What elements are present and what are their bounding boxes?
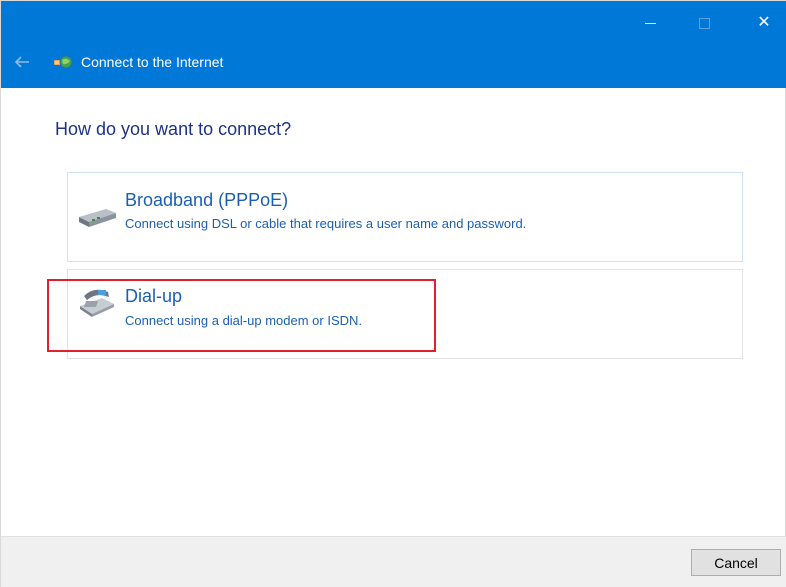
connect-dialog: ✕ Connect to the Internet How do you wan…	[0, 0, 786, 587]
minimize-button[interactable]	[627, 1, 673, 45]
close-icon: ✕	[757, 14, 771, 31]
dialog-footer	[1, 536, 786, 587]
cancel-button[interactable]: Cancel	[691, 549, 781, 576]
option-broadband-title: Broadband (PPPoE)	[125, 190, 289, 210]
maximize-icon	[698, 17, 710, 29]
title-bar: ✕ Connect to the Internet	[1, 1, 786, 88]
minimize-icon	[644, 22, 656, 24]
maximize-button[interactable]	[681, 1, 727, 45]
back-button[interactable]	[11, 51, 33, 73]
broadband-modem-icon	[79, 209, 116, 227]
window-title: Connect to the Internet	[81, 54, 224, 70]
option-broadband[interactable]: Broadband (PPPoE) Connect using DSL or c…	[67, 172, 743, 262]
option-broadband-description: Connect using DSL or cable that requires…	[125, 216, 527, 231]
page-heading: How do you want to connect?	[55, 119, 292, 139]
close-button[interactable]: ✕	[741, 1, 786, 45]
network-globe-icon	[54, 55, 73, 69]
highlight-box	[47, 279, 436, 352]
back-arrow-icon	[14, 56, 29, 68]
